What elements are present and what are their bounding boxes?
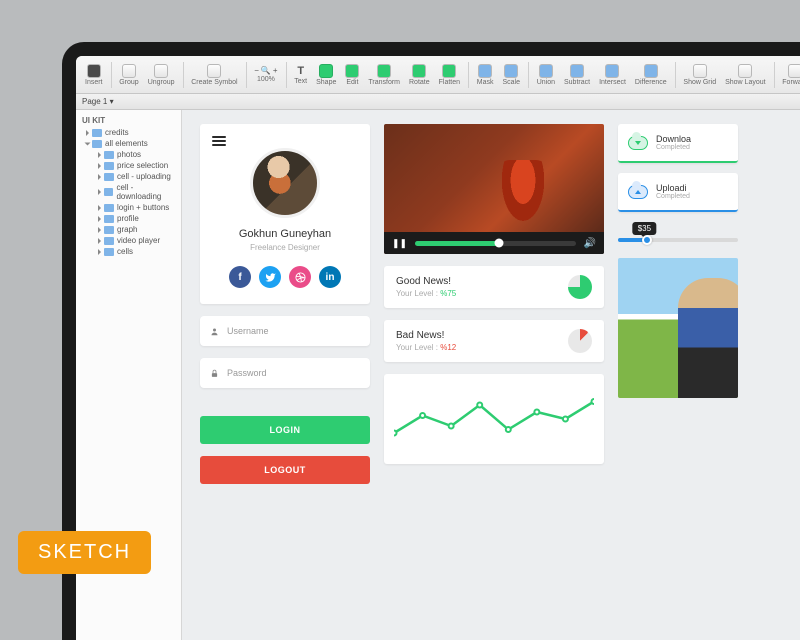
lock-icon: [210, 369, 219, 378]
subtract-tool[interactable]: Subtract: [561, 64, 593, 86]
page-bar: Page 1 ▾: [76, 94, 800, 110]
dribbble-icon[interactable]: [289, 266, 311, 288]
news-title: Bad News!: [396, 330, 592, 341]
difference-tool[interactable]: Difference: [632, 64, 670, 86]
ungroup-button[interactable]: Ungroup: [145, 64, 178, 86]
layer-all-elements[interactable]: all elements: [76, 138, 181, 149]
user-icon: [210, 327, 219, 336]
layer-video-player[interactable]: video player: [76, 235, 181, 246]
project-title: UI KIT: [76, 114, 181, 127]
canvas[interactable]: Gokhun Guneyhan Freelance Designer f in …: [182, 110, 800, 640]
layer-credits[interactable]: credits: [76, 127, 181, 138]
create-symbol-button[interactable]: Create Symbol: [188, 64, 240, 86]
layer-photos[interactable]: photos: [76, 149, 181, 160]
insert-button[interactable]: Insert: [82, 64, 106, 86]
flatten-tool[interactable]: Flatten: [436, 64, 463, 86]
slider-tooltip: $35: [633, 222, 656, 235]
layer-login-buttons[interactable]: login + buttons: [76, 202, 181, 213]
folder-icon: [104, 162, 114, 170]
layer-cells[interactable]: cells: [76, 246, 181, 257]
upload-cell[interactable]: UploadiCompleted: [618, 173, 738, 212]
cloud-upload-icon: [628, 185, 648, 199]
rotate-tool[interactable]: Rotate: [406, 64, 433, 86]
layer-price-selection[interactable]: price selection: [76, 160, 181, 171]
twitter-icon[interactable]: [259, 266, 281, 288]
profile-role: Freelance Designer: [200, 243, 370, 252]
shape-tool[interactable]: Shape: [313, 64, 339, 86]
photo-card: [618, 258, 738, 398]
folder-icon: [92, 129, 102, 137]
news-title: Good News!: [396, 276, 592, 287]
line-chart: [384, 374, 604, 464]
volume-icon[interactable]: 🔊: [584, 238, 596, 249]
page-selector[interactable]: Page 1 ▾: [82, 97, 114, 106]
profile-name: Gokhun Guneyhan: [200, 228, 370, 240]
pie-good-icon: [568, 275, 592, 299]
folder-icon: [104, 151, 114, 159]
avatar: [250, 148, 320, 218]
username-input[interactable]: Username: [200, 316, 370, 346]
mask-tool[interactable]: Mask: [474, 64, 497, 86]
slider-knob[interactable]: [642, 235, 652, 245]
video-seek[interactable]: [415, 241, 575, 246]
edit-tool[interactable]: Edit: [342, 64, 362, 86]
download-cell[interactable]: DownloaCompleted: [618, 124, 738, 163]
layer-profile[interactable]: profile: [76, 213, 181, 224]
hamburger-icon[interactable]: [212, 136, 226, 146]
profile-card: Gokhun Guneyhan Freelance Designer f in: [200, 124, 370, 304]
folder-icon: [104, 188, 113, 196]
video-player[interactable]: ❚❚ 🔊: [384, 124, 604, 254]
login-button[interactable]: LOGIN: [200, 416, 370, 444]
facebook-icon[interactable]: f: [229, 266, 251, 288]
bad-news-card: Bad News! Your Level : %12: [384, 320, 604, 362]
folder-icon: [104, 204, 114, 212]
group-button[interactable]: Group: [116, 64, 141, 86]
pie-bad-icon: [568, 329, 592, 353]
folder-icon: [92, 140, 102, 148]
sketch-badge: SKETCH: [18, 531, 151, 574]
app-screen: Insert Group Ungroup Create Symbol −🔍+10…: [76, 56, 800, 640]
folder-icon: [104, 215, 114, 223]
linkedin-icon[interactable]: in: [319, 266, 341, 288]
folder-icon: [104, 173, 114, 181]
layer-cell-downloading[interactable]: cell - downloading: [76, 182, 181, 202]
video-controls: ❚❚ 🔊: [384, 232, 604, 254]
news-subtitle: Your Level : %75: [396, 289, 592, 298]
union-tool[interactable]: Union: [534, 64, 558, 86]
device-frame: Insert Group Ungroup Create Symbol −🔍+10…: [62, 42, 800, 640]
show-layout-button[interactable]: Show Layout: [722, 64, 768, 86]
scale-tool[interactable]: Scale: [499, 64, 523, 86]
transform-tool[interactable]: Transform: [365, 64, 403, 86]
folder-icon: [104, 237, 114, 245]
zoom-control[interactable]: −🔍+100%: [251, 66, 280, 83]
toolbar: Insert Group Ungroup Create Symbol −🔍+10…: [76, 56, 800, 94]
layer-graph[interactable]: graph: [76, 224, 181, 235]
good-news-card: Good News! Your Level : %75: [384, 266, 604, 308]
password-input[interactable]: Password: [200, 358, 370, 388]
layer-cell-uploading[interactable]: cell - uploading: [76, 171, 181, 182]
logout-button[interactable]: LOGOUT: [200, 456, 370, 484]
news-subtitle: Your Level : %12: [396, 343, 592, 352]
text-tool[interactable]: TText: [291, 65, 310, 85]
show-grid-button[interactable]: Show Grid: [680, 64, 719, 86]
folder-icon: [104, 248, 114, 256]
forward-button[interactable]: Forward: [779, 64, 800, 86]
folder-icon: [104, 226, 114, 234]
pause-icon[interactable]: ❚❚: [392, 238, 407, 249]
cloud-download-icon: [628, 136, 648, 150]
price-slider[interactable]: $35: [618, 222, 738, 248]
intersect-tool[interactable]: Intersect: [596, 64, 629, 86]
